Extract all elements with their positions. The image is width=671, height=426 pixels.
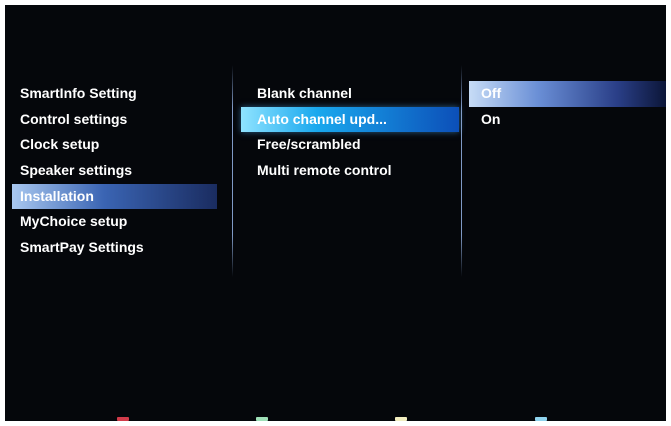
yellow-key-icon[interactable] bbox=[395, 417, 407, 421]
red-key-icon[interactable] bbox=[117, 417, 129, 421]
option-on[interactable]: On bbox=[467, 107, 666, 133]
menu-item-speaker-settings[interactable]: Speaker settings bbox=[12, 158, 217, 184]
menu-item-label: MyChoice setup bbox=[20, 213, 128, 230]
option-list: Off On bbox=[467, 81, 666, 132]
menu-item-control-settings[interactable]: Control settings bbox=[12, 107, 217, 133]
column-divider bbox=[232, 65, 233, 277]
menu-item-clock-setup[interactable]: Clock setup bbox=[12, 132, 217, 158]
option-label: Off bbox=[481, 85, 502, 101]
column-divider bbox=[461, 65, 462, 277]
color-key-bar bbox=[5, 411, 666, 421]
menu-item-label: Speaker settings bbox=[20, 162, 133, 179]
menu-item-smartpay-settings[interactable]: SmartPay Settings bbox=[12, 235, 217, 261]
option-label: On bbox=[481, 110, 501, 127]
submenu-item-label: Auto channel upd... bbox=[257, 110, 387, 127]
option-off[interactable]: Off bbox=[469, 81, 666, 107]
green-key-icon[interactable] bbox=[256, 417, 268, 421]
menu-item-label: Installation bbox=[20, 187, 94, 204]
menu-item-mychoice-setup[interactable]: MyChoice setup bbox=[12, 209, 217, 235]
menu-item-smartinfo-setting[interactable]: SmartInfo Setting bbox=[12, 81, 217, 107]
submenu-item-blank-channel[interactable]: Blank channel bbox=[237, 81, 459, 107]
submenu-item-free-scrambled[interactable]: Free/scrambled bbox=[237, 132, 459, 158]
menu-item-label: Clock setup bbox=[20, 136, 100, 153]
installation-submenu: Blank channel Auto channel upd... Free/s… bbox=[237, 81, 459, 184]
blue-key-icon[interactable] bbox=[535, 417, 547, 421]
main-menu: SmartInfo Setting Control settings Clock… bbox=[12, 81, 217, 261]
submenu-item-auto-channel-update[interactable]: Auto channel upd... bbox=[241, 106, 459, 133]
tv-screen: SmartInfo Setting Control settings Clock… bbox=[5, 5, 666, 421]
menu-item-label: SmartInfo Setting bbox=[20, 85, 137, 101]
menu-item-label: Control settings bbox=[20, 110, 128, 127]
submenu-item-multi-remote-control[interactable]: Multi remote control bbox=[237, 158, 459, 184]
submenu-item-label: Multi remote control bbox=[257, 162, 392, 179]
submenu-item-label: Free/scrambled bbox=[257, 136, 361, 153]
submenu-item-label: Blank channel bbox=[257, 85, 352, 101]
menu-item-installation[interactable]: Installation bbox=[12, 183, 217, 210]
menu-item-label: SmartPay Settings bbox=[20, 239, 144, 256]
